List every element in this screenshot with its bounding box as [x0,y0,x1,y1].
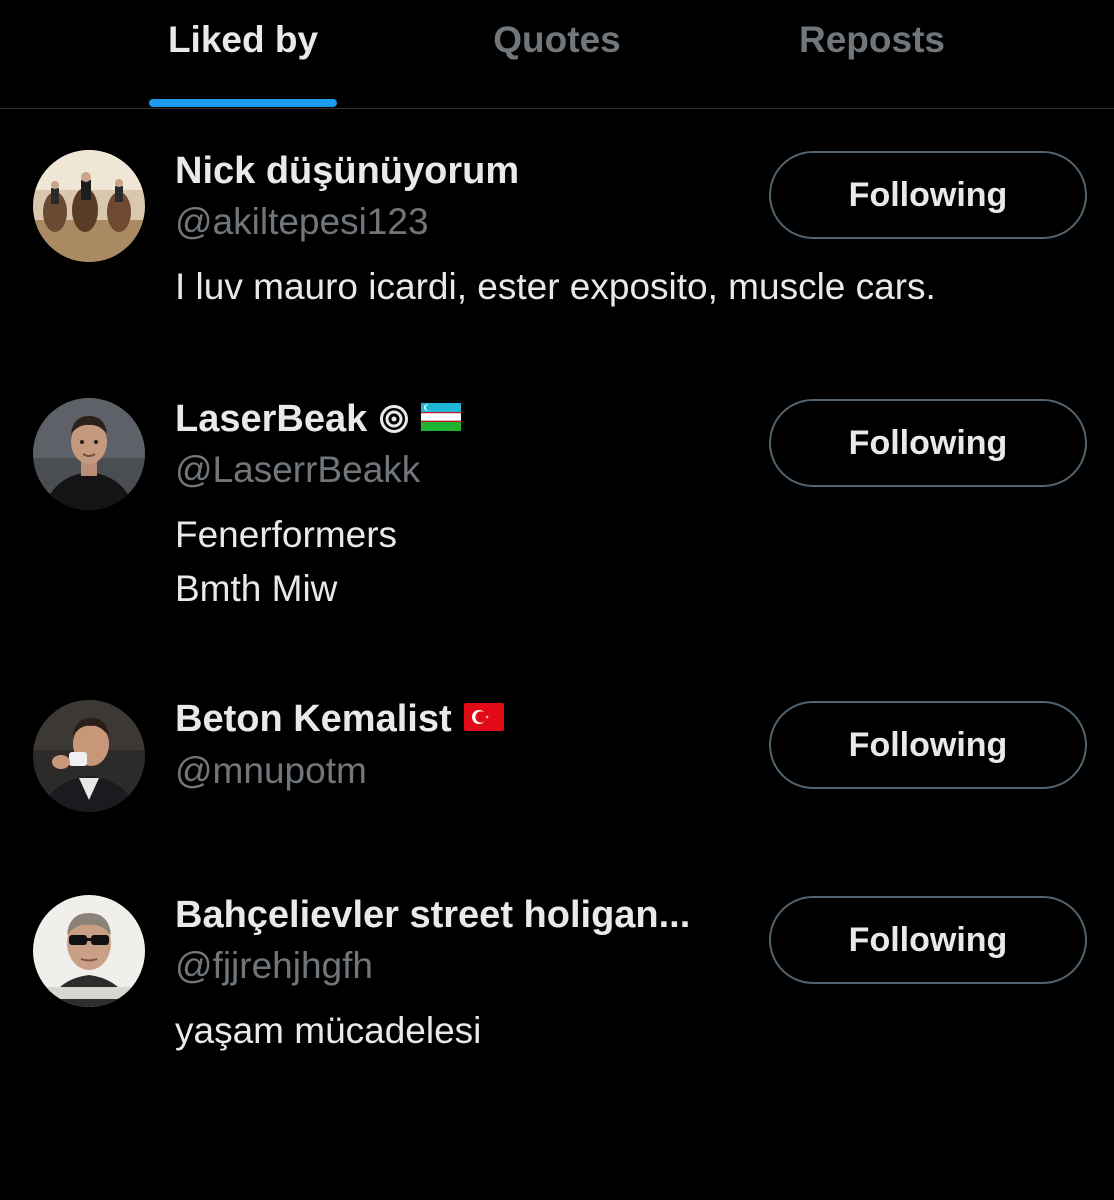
user-handle[interactable]: @fjjrehjhgfh [175,942,373,990]
tab-reposts-label: Reposts [799,19,945,60]
tab-bar: Liked by Quotes Reposts [0,0,1114,109]
tab-quotes-label: Quotes [493,19,621,60]
user-handle[interactable]: @akiltepesi123 [175,198,429,246]
user-display-name[interactable]: Nick düşünüyorum [175,146,519,196]
following-button[interactable]: Following [769,701,1087,789]
turkey-flag-icon [463,698,504,741]
user-bio: I luv mauro icardi, ester exposito, musc… [175,260,936,314]
user-name-text: Beton Kemalist [175,697,452,740]
user-bio-line: Bmth Miw [175,568,338,609]
active-tab-indicator [149,99,337,107]
user-display-name[interactable]: LaserBeak [175,394,462,444]
following-button[interactable]: Following [769,399,1087,487]
cavalry-photo-avatar-icon [33,150,145,262]
following-button[interactable]: Following [769,151,1087,239]
user-bio-line: I luv mauro icardi, ester exposito, musc… [175,266,936,307]
user-bio: Fenerformers Bmth Miw [175,508,397,616]
sunglasses-man-avatar-icon [33,895,145,1007]
user-avatar[interactable] [33,150,145,262]
user-handle[interactable]: @mnupotm [175,747,367,795]
user-bio: yaşam mücadelesi [175,1004,481,1058]
user-avatar[interactable] [33,700,145,812]
tab-quotes[interactable]: Quotes [457,0,657,108]
target-icon [379,404,409,434]
user-display-name[interactable]: Bahçelievler street holigan... [175,890,690,940]
user-bio-line: Fenerformers [175,514,398,555]
following-button[interactable]: Following [769,896,1087,984]
tab-liked-by[interactable]: Liked by [149,0,337,108]
user-avatar[interactable] [33,895,145,1007]
man-drinking-avatar-icon [33,700,145,812]
tab-reposts[interactable]: Reposts [772,0,972,108]
user-bio-line: yaşam mücadelesi [175,1010,482,1051]
liked-by-page: Liked by Quotes Reposts Nick düşünüyorum… [0,0,1114,1200]
user-name-text: Nick düşünüyorum [175,149,520,192]
uzbekistan-flag-icon [421,398,462,441]
user-name-text: Bahçelievler street holigan... [175,893,691,936]
user-display-name[interactable]: Beton Kemalist [175,694,504,744]
man-portrait-avatar-icon [33,398,145,510]
user-name-text: LaserBeak [175,397,368,440]
user-avatar[interactable] [33,398,145,510]
user-handle[interactable]: @LaserrBeakk [175,446,420,494]
tab-liked-by-label: Liked by [167,19,319,60]
